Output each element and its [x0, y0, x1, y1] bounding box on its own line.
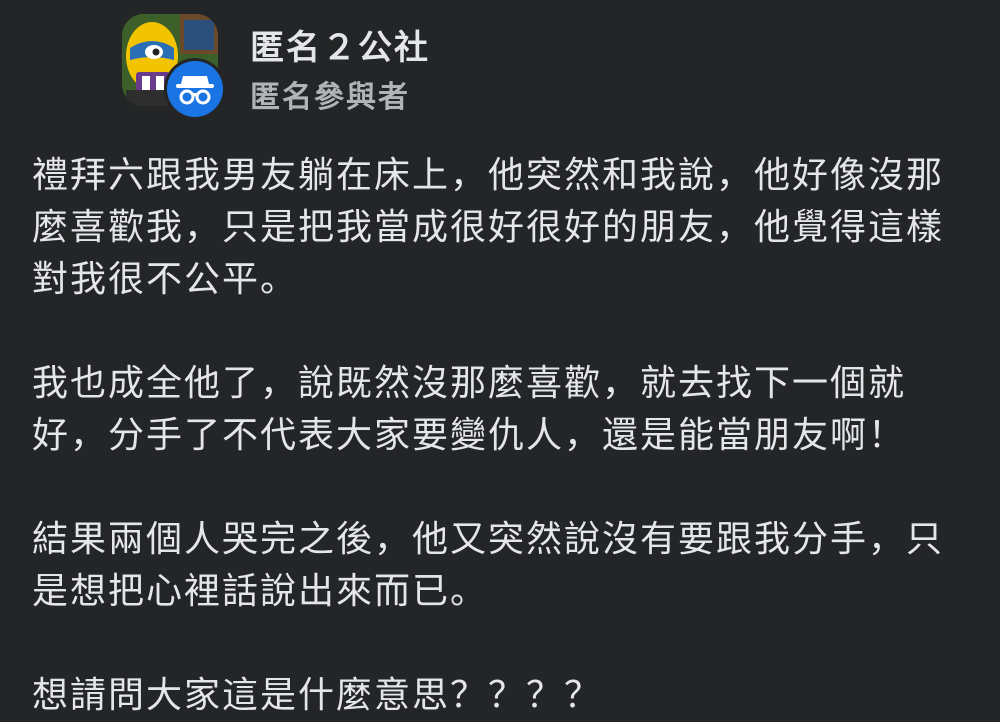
anonymous-incognito-icon	[176, 76, 214, 105]
post-text-line: 禮拜六跟我男友躺在床上，他突然和我說，他好像沒那	[32, 155, 945, 196]
post-text-line: 我也成全他了，說既然沒那麼喜歡，就去找下一個就	[32, 363, 907, 404]
post-header: 匿名２公社 匿名參與者	[120, 14, 720, 124]
group-name-link[interactable]: 匿名２公社	[250, 20, 430, 69]
post-paragraph: 想請問大家這是什麼意思？？？？	[32, 670, 982, 722]
anonymous-user-badge[interactable]	[164, 58, 226, 120]
post-text-line: 想請問大家這是什麼意思？？？？	[32, 675, 603, 716]
post-paragraph: 結果兩個人哭完之後，他又突然說沒有要跟我分手，只 是想把心裡話說出來而已。	[32, 514, 982, 618]
facebook-post: 匿名２公社 匿名參與者 禮拜六跟我男友躺在床上，他突然和我說，他好像沒那 麼喜歡…	[0, 0, 1000, 716]
author-name-link[interactable]: 匿名參與者	[250, 72, 410, 116]
post-paragraph: 我也成全他了，說既然沒那麼喜歡，就去找下一個就 好，分手了不代表大家要變仇人，還…	[32, 358, 982, 462]
post-paragraph: 禮拜六跟我男友躺在床上，他突然和我說，他好像沒那 麼喜歡我，只是把我當成很好很好…	[32, 150, 982, 306]
post-text-line: 對我很不公平。	[32, 259, 299, 300]
post-text-line: 好，分手了不代表大家要變仇人，還是能當朋友啊！	[32, 415, 907, 456]
post-text-line: 是想把心裡話說出來而已。	[32, 571, 489, 612]
post-body: 禮拜六跟我男友躺在床上，他突然和我說，他好像沒那 麼喜歡我，只是把我當成很好很好…	[32, 150, 982, 722]
post-text-line: 結果兩個人哭完之後，他又突然說沒有要跟我分手，只	[32, 519, 945, 560]
post-text-line: 麼喜歡我，只是把我當成很好很好的朋友，他覺得這樣	[32, 207, 945, 248]
